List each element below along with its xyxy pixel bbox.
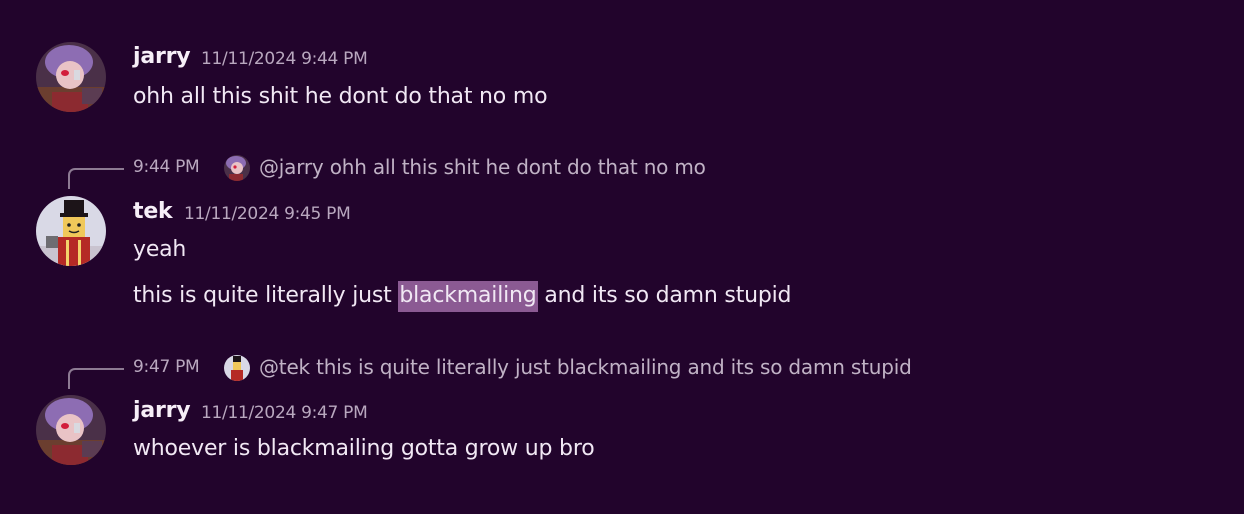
reply-preview[interactable]: @jarry ohh all this shit he dont do that… <box>259 155 706 179</box>
message-text: whoever is blackmailing gotta grow up br… <box>133 436 595 461</box>
reply-timestamp: 9:44 PM <box>133 157 200 177</box>
reply-connector <box>68 368 124 389</box>
reply-preview[interactable]: @tek this is quite literally just blackm… <box>259 355 912 379</box>
reply-avatar[interactable] <box>224 155 250 181</box>
message-text: this is quite literally just blackmailin… <box>133 281 792 312</box>
timestamp: 11/11/2024 9:44 PM <box>201 49 368 69</box>
reply-mention[interactable]: @jarry <box>259 155 324 179</box>
reply-mention[interactable]: @tek <box>259 355 310 379</box>
message-text: ohh all this shit he dont do that no mo <box>133 84 548 109</box>
username[interactable]: tek <box>133 199 173 224</box>
username[interactable]: jarry <box>133 44 191 69</box>
avatar[interactable] <box>36 196 106 266</box>
reply-connector <box>68 168 124 189</box>
reply-preview-text: this is quite literally just blackmailin… <box>316 355 912 379</box>
reply-timestamp: 9:47 PM <box>133 357 200 377</box>
message-text-segment: this is quite literally just <box>133 283 399 308</box>
reply-avatar[interactable] <box>224 355 250 381</box>
message-text: yeah <box>133 237 187 262</box>
timestamp: 11/11/2024 9:45 PM <box>184 204 351 224</box>
username[interactable]: jarry <box>133 398 191 423</box>
message-text-segment: and its so damn stupid <box>537 283 792 308</box>
avatar[interactable] <box>36 395 106 465</box>
search-highlight: blackmailing <box>398 281 538 312</box>
avatar[interactable] <box>36 42 106 112</box>
timestamp: 11/11/2024 9:47 PM <box>201 403 368 423</box>
reply-preview-text: ohh all this shit he dont do that no mo <box>329 155 706 179</box>
